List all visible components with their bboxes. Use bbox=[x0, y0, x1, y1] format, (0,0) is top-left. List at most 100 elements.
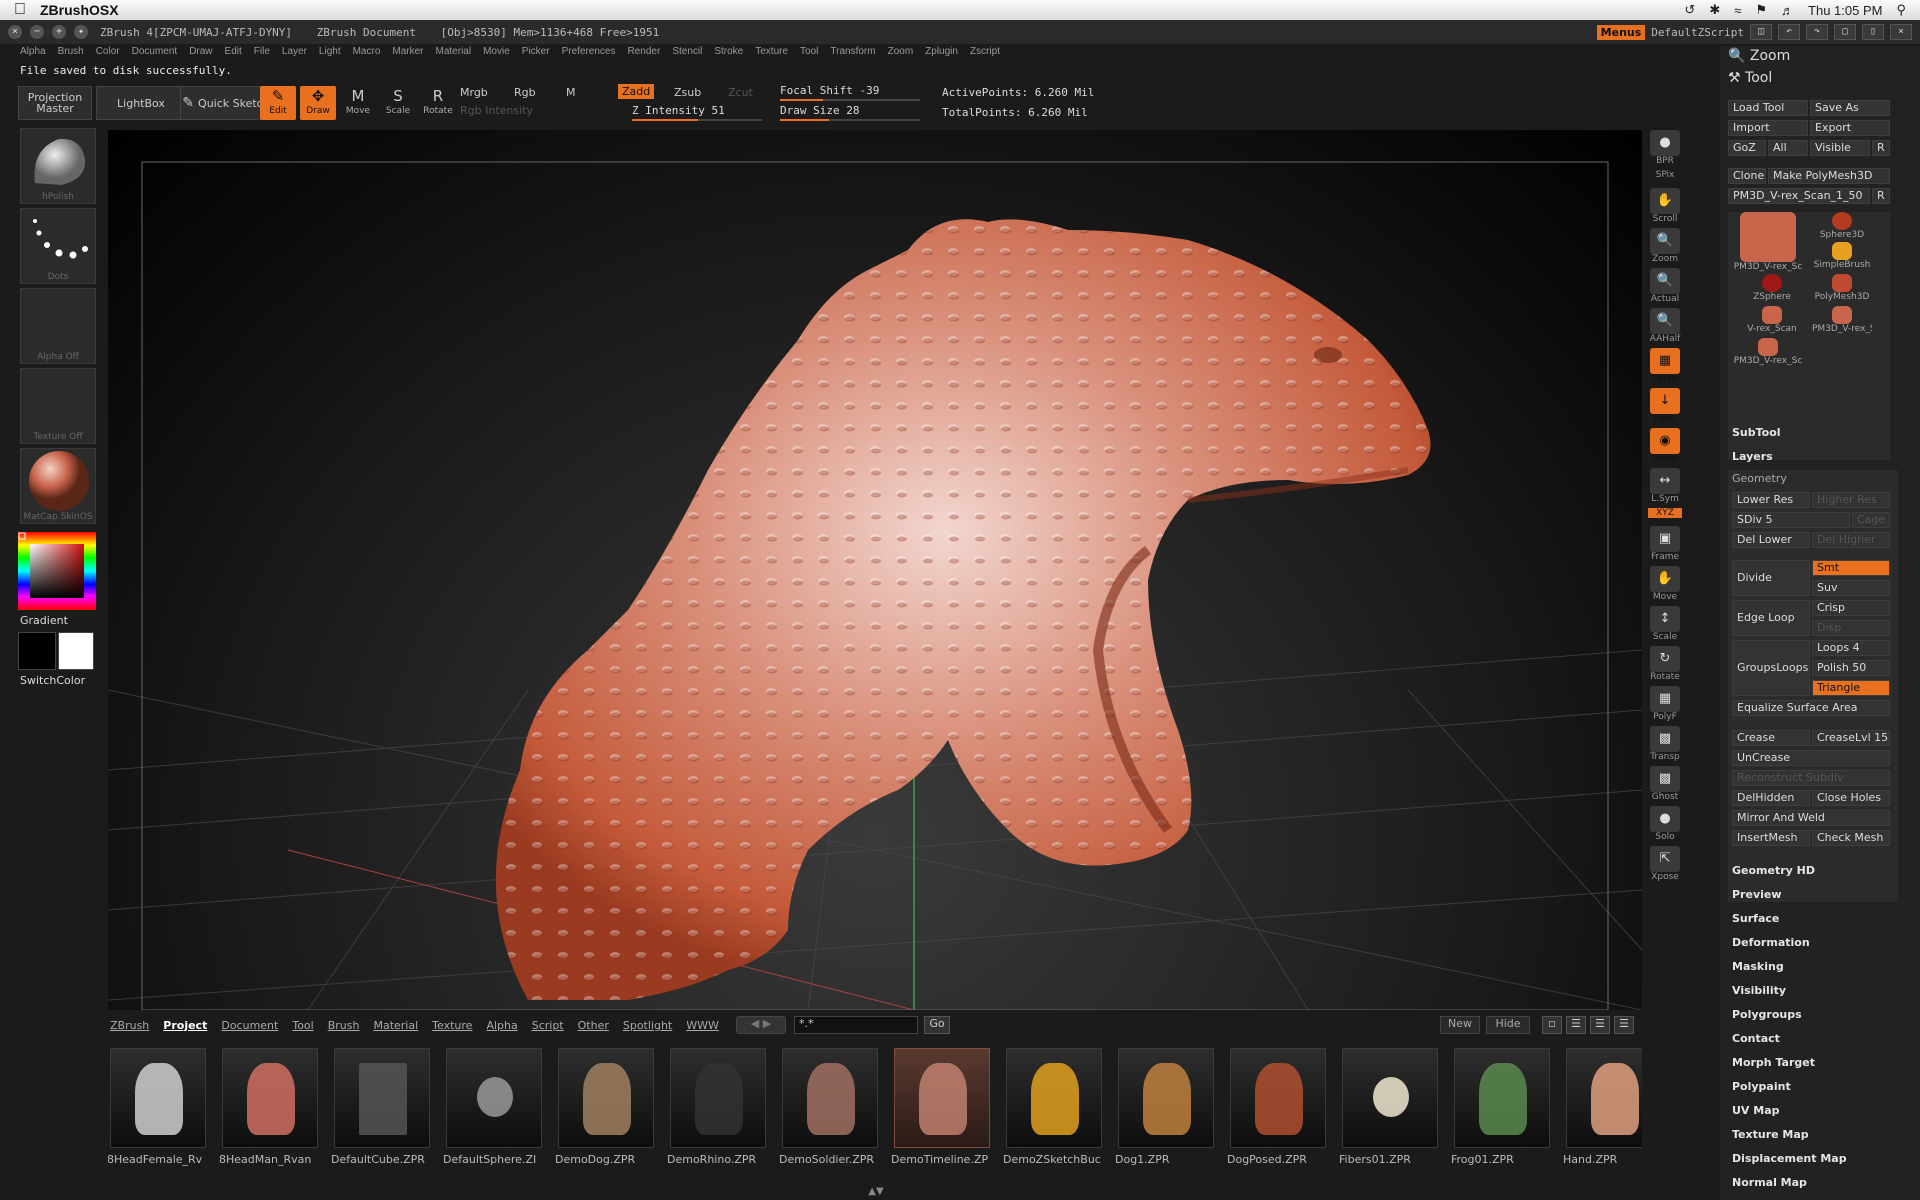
lightbox-file[interactable]: DefaultSphere.ZI bbox=[443, 1048, 542, 1166]
view-spix-button[interactable]: SPix bbox=[1648, 170, 1682, 180]
current-tool-slider[interactable]: PM3D_V-rex_Scan_1_50 bbox=[1728, 188, 1870, 204]
wifi-icon[interactable]: ≈ bbox=[1734, 3, 1741, 18]
section-normal-map[interactable]: Normal Map bbox=[1732, 1176, 1807, 1189]
insertmesh-button[interactable]: InsertMesh bbox=[1732, 830, 1810, 846]
lower-res-button[interactable]: Lower Res bbox=[1732, 492, 1810, 508]
menu-brush[interactable]: Brush bbox=[58, 46, 84, 62]
lightbox-file[interactable]: Dog1.ZPR bbox=[1115, 1048, 1214, 1166]
view-l-sym-button[interactable]: ↔ L.Sym bbox=[1648, 468, 1682, 504]
alpha-slot[interactable]: Alpha Off bbox=[20, 288, 96, 364]
menu-macro[interactable]: Macro bbox=[353, 46, 381, 62]
lightbox-nav[interactable]: ◀ ▶ bbox=[736, 1016, 786, 1034]
menu-edit[interactable]: Edit bbox=[225, 46, 242, 62]
default-zscript[interactable]: DefaultZScript bbox=[1651, 26, 1744, 39]
secondary-color-swatch[interactable] bbox=[58, 632, 94, 670]
new-button[interactable]: New bbox=[1440, 1016, 1480, 1034]
edge-loop-button[interactable]: Edge Loop bbox=[1732, 600, 1810, 636]
crease-button[interactable]: Crease bbox=[1732, 730, 1810, 746]
menu-light[interactable]: Light bbox=[319, 46, 341, 62]
draw-button[interactable]: ✥ Draw bbox=[300, 86, 336, 120]
lightbox-file[interactable]: DogPosed.ZPR bbox=[1227, 1048, 1326, 1166]
stroke-slot[interactable]: Dots bbox=[20, 208, 96, 284]
menu-alpha[interactable]: Alpha bbox=[20, 46, 46, 62]
volume-icon[interactable]: ♬ bbox=[1781, 3, 1794, 18]
flag-icon[interactable]: ⚑ bbox=[1755, 2, 1767, 18]
view-persp-button[interactable]: ▦ Persp bbox=[1648, 348, 1682, 384]
menu-zplugin[interactable]: Zplugin bbox=[925, 46, 958, 62]
tool-thumb-3[interactable]: ZSphere bbox=[1732, 274, 1812, 302]
undo-icon[interactable]: ↶ bbox=[1778, 24, 1800, 40]
section-polypaint[interactable]: Polypaint bbox=[1732, 1080, 1791, 1093]
view-move-button[interactable]: ✋ Move bbox=[1648, 566, 1682, 602]
section-geometry-hd[interactable]: Geometry HD bbox=[1732, 864, 1815, 877]
lightbox-file[interactable]: DefaultCube.ZPR bbox=[331, 1048, 430, 1166]
equalize-surface-area-button[interactable]: Equalize Surface Area bbox=[1732, 700, 1890, 716]
subtool-section[interactable]: SubTool bbox=[1732, 426, 1781, 439]
menu-tool[interactable]: Tool bbox=[800, 46, 818, 62]
zadd-button[interactable]: Zadd bbox=[618, 84, 655, 99]
menu-layer[interactable]: Layer bbox=[282, 46, 307, 62]
sdiv-slider[interactable]: SDiv 5 bbox=[1732, 512, 1850, 528]
lightbox-tab-tool[interactable]: Tool bbox=[292, 1019, 313, 1032]
del-higher-button[interactable]: Del Higher bbox=[1812, 532, 1890, 548]
lightbox-tab-script[interactable]: Script bbox=[532, 1019, 564, 1032]
texture-slot[interactable]: Texture Off bbox=[20, 368, 96, 444]
lightbox-file[interactable]: Hand.ZPR bbox=[1563, 1048, 1642, 1166]
move-button[interactable]: M Move bbox=[340, 86, 376, 120]
switch-color-button[interactable]: SwitchColor bbox=[20, 674, 85, 687]
view-rotate-button[interactable]: ↻ Rotate bbox=[1648, 646, 1682, 682]
view-floor-button[interactable]: ↓ Floor bbox=[1648, 388, 1682, 424]
lightbox-file[interactable]: 8HeadFemale_Rv bbox=[108, 1048, 206, 1166]
lightbox-file[interactable]: Fibers01.ZPR bbox=[1339, 1048, 1438, 1166]
restore-icon[interactable]: ▯ bbox=[1862, 24, 1884, 40]
view-details-icon[interactable]: ☰ bbox=[1590, 1016, 1610, 1034]
tool-thumb-1[interactable]: Sphere3D bbox=[1812, 212, 1872, 240]
lightbox-file[interactable]: DemoZSketchBuc bbox=[1003, 1048, 1102, 1166]
tool-thumb-4[interactable]: PolyMesh3D bbox=[1812, 274, 1872, 302]
menu-material[interactable]: Material bbox=[436, 46, 472, 62]
projection-master-button[interactable]: Projection Master bbox=[18, 86, 92, 120]
main-color-swatch[interactable] bbox=[18, 632, 56, 670]
menu-zoom[interactable]: Zoom bbox=[888, 46, 914, 62]
lightbox-tab-zbrush[interactable]: ZBrush bbox=[110, 1019, 149, 1032]
section-contact[interactable]: Contact bbox=[1732, 1032, 1780, 1045]
quick-sketch-button[interactable]: ✎ Quick Sketch bbox=[180, 86, 272, 120]
tool-thumb-6[interactable]: PM3D_V-rex_Sc bbox=[1812, 306, 1872, 334]
view-local-button[interactable]: ◉ Local bbox=[1648, 428, 1682, 464]
menu-preferences[interactable]: Preferences bbox=[562, 46, 616, 62]
lightbox-file[interactable]: DemoRhino.ZPR bbox=[667, 1048, 766, 1166]
all-button[interactable]: All bbox=[1768, 140, 1808, 156]
scale-button[interactable]: S Scale bbox=[380, 86, 416, 120]
menu-movie[interactable]: Movie bbox=[483, 46, 510, 62]
menu-transform[interactable]: Transform bbox=[830, 46, 875, 62]
zoom-header[interactable]: 🔍 Zoom bbox=[1728, 48, 1790, 64]
smt-toggle[interactable]: Smt bbox=[1812, 560, 1890, 576]
view-actual-button[interactable]: 🔍 Actual bbox=[1648, 268, 1682, 304]
save-as-button[interactable]: Save As bbox=[1810, 100, 1890, 116]
menu-document[interactable]: Document bbox=[132, 46, 178, 62]
menu-zscript[interactable]: Zscript bbox=[970, 46, 1000, 62]
higher-res-button[interactable]: Higher Res bbox=[1812, 492, 1890, 508]
delhidden-button[interactable]: DelHidden bbox=[1732, 790, 1810, 806]
section-visibility[interactable]: Visibility bbox=[1732, 984, 1786, 997]
view-xyz-button[interactable]: XYZ bbox=[1648, 508, 1682, 518]
section-masking[interactable]: Masking bbox=[1732, 960, 1784, 973]
view-zoom-button[interactable]: 🔍 Zoom bbox=[1648, 228, 1682, 264]
menu-render[interactable]: Render bbox=[628, 46, 661, 62]
lightbox-tab-other[interactable]: Other bbox=[578, 1019, 609, 1032]
window-close-icon[interactable]: × bbox=[1890, 24, 1912, 40]
section-displacement-map[interactable]: Displacement Map bbox=[1732, 1152, 1847, 1165]
crease-lvl-slider[interactable]: CreaseLvl 15 bbox=[1812, 730, 1890, 746]
section-deformation[interactable]: Deformation bbox=[1732, 936, 1810, 949]
tool-thumb-2[interactable]: SimpleBrush bbox=[1812, 242, 1872, 270]
load-tool-button[interactable]: Load Tool bbox=[1728, 100, 1808, 116]
hide-button[interactable]: Hide bbox=[1486, 1016, 1530, 1034]
tool-thumb-5[interactable]: V-rex_Scan bbox=[1732, 306, 1812, 334]
frame-icon[interactable]: ▢ bbox=[1834, 24, 1856, 40]
redo-icon[interactable]: ↷ bbox=[1806, 24, 1828, 40]
section-uv-map[interactable]: UV Map bbox=[1732, 1104, 1780, 1117]
lightbox-tab-brush[interactable]: Brush bbox=[328, 1019, 360, 1032]
spotlight-icon[interactable]: ⚲ bbox=[1896, 2, 1906, 18]
time-machine-icon[interactable]: ↺ bbox=[1684, 2, 1695, 18]
zsub-button[interactable]: Zsub bbox=[674, 86, 701, 99]
